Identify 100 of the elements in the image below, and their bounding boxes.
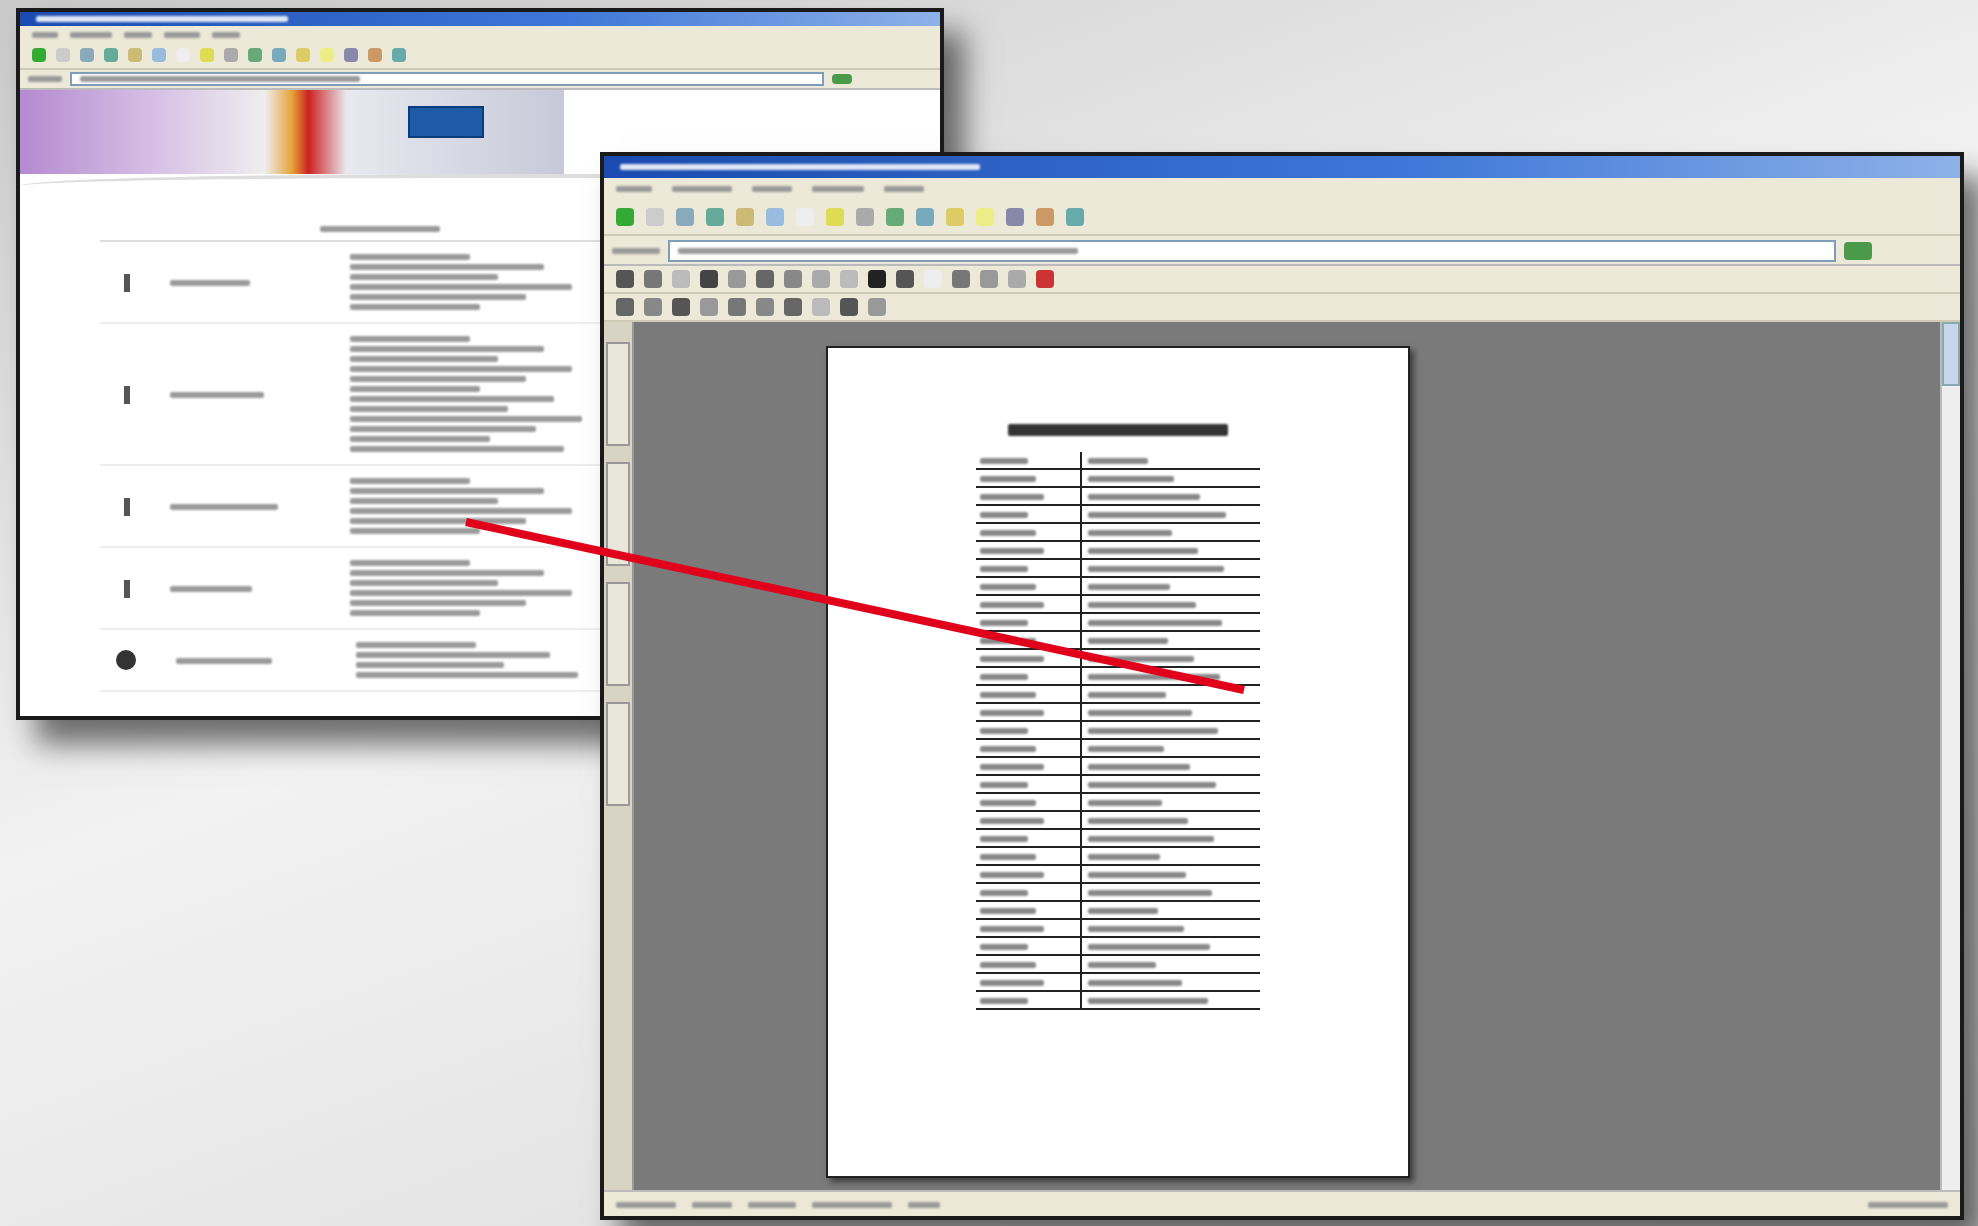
blurred-text <box>979 673 1027 679</box>
blurred-text <box>979 835 1027 841</box>
blurred-text <box>350 254 470 260</box>
blurred-text <box>979 529 1035 535</box>
blurred-text <box>612 247 660 253</box>
blurred-text <box>616 1201 676 1207</box>
blurred-text <box>1087 871 1185 877</box>
address-field[interactable] <box>69 72 824 86</box>
blurred-text <box>1087 457 1147 463</box>
blurred-text <box>1087 925 1183 931</box>
blurred-text <box>979 871 1043 877</box>
address-field[interactable] <box>668 239 1836 261</box>
blurred-text <box>356 642 476 648</box>
side-tab[interactable] <box>606 702 630 806</box>
blurred-text <box>979 655 1043 661</box>
blurred-text <box>1087 601 1195 607</box>
blurred-text <box>350 436 490 442</box>
blurred-text <box>350 386 480 392</box>
blurred-text <box>1087 637 1167 643</box>
blurred-text <box>1087 853 1159 859</box>
blurred-text <box>1087 889 1211 895</box>
blurred-text <box>1087 655 1193 661</box>
blurred-text <box>350 610 480 616</box>
blurred-text <box>1087 511 1225 517</box>
blurred-text <box>320 226 440 232</box>
row-icon <box>124 579 130 597</box>
blurred-text <box>350 528 480 534</box>
blurred-text <box>979 511 1027 517</box>
blurred-text <box>748 1201 796 1207</box>
blurred-text <box>979 925 1043 931</box>
blurred-text <box>979 619 1027 625</box>
blurred-text <box>979 709 1043 715</box>
blurred-text <box>123 31 152 37</box>
blurred-text <box>979 565 1027 571</box>
blurred-text <box>979 997 1027 1003</box>
blurred-text <box>752 185 792 191</box>
blurred-text <box>170 391 264 397</box>
blurred-text <box>979 457 1027 463</box>
blurred-text <box>812 185 864 191</box>
side-tab[interactable] <box>606 462 630 566</box>
blurred-text <box>616 185 652 191</box>
logo-badge <box>408 106 484 138</box>
row-icon <box>124 385 130 403</box>
blurred-text <box>692 1201 732 1207</box>
blurred-text <box>1087 583 1169 589</box>
side-tab[interactable] <box>606 582 630 686</box>
scrollbar[interactable] <box>1940 322 1960 1190</box>
blurred-text <box>812 1201 892 1207</box>
blurred-text <box>979 601 1043 607</box>
blurred-text <box>1087 943 1209 949</box>
blurred-text <box>979 853 1035 859</box>
row-icon <box>116 650 136 670</box>
blurred-text <box>1087 673 1219 679</box>
blurred-text <box>211 31 240 37</box>
blurred-text <box>1087 745 1163 751</box>
side-tab[interactable] <box>606 342 630 446</box>
blurred-text <box>979 943 1027 949</box>
blurred-text <box>1087 781 1215 787</box>
blurred-text <box>1087 997 1207 1003</box>
blurred-text <box>350 304 480 310</box>
blurred-text <box>1087 709 1191 715</box>
blurred-text <box>979 781 1027 787</box>
blurred-text <box>1087 547 1197 553</box>
blurred-text <box>979 979 1043 985</box>
blurred-text <box>1087 493 1199 499</box>
blurred-text <box>28 76 62 82</box>
blurred-text <box>350 478 470 484</box>
blurred-text <box>979 547 1043 553</box>
blurred-text <box>979 799 1035 805</box>
blurred-text <box>979 763 1043 769</box>
blurred-text <box>1087 619 1221 625</box>
blurred-text <box>979 691 1035 697</box>
blurred-text <box>350 336 470 342</box>
blurred-text <box>1087 727 1217 733</box>
scroll-thumb[interactable] <box>1942 322 1960 386</box>
blurred-text <box>1087 565 1223 571</box>
blurred-text <box>979 493 1043 499</box>
go-button[interactable] <box>1844 241 1872 259</box>
blurred-text <box>979 475 1035 481</box>
blurred-text <box>979 961 1035 967</box>
blurred-text <box>1087 763 1189 769</box>
go-button[interactable] <box>832 74 852 84</box>
blurred-text <box>979 907 1035 913</box>
blurred-text <box>1087 835 1213 841</box>
blurred-text <box>1087 529 1171 535</box>
blurred-text <box>1087 817 1187 823</box>
blurred-text <box>69 31 112 37</box>
blurred-text <box>1868 1201 1948 1207</box>
blurred-text <box>1087 691 1165 697</box>
blurred-text <box>979 727 1027 733</box>
blurred-text <box>1087 799 1161 805</box>
blurred-text <box>672 185 732 191</box>
blurred-text <box>1087 979 1181 985</box>
blurred-text <box>1087 961 1155 967</box>
blurred-text <box>884 185 924 191</box>
blurred-text <box>32 31 58 37</box>
blurred-text <box>176 657 272 663</box>
blurred-text <box>170 279 250 285</box>
blurred-text <box>979 583 1035 589</box>
blurred-text <box>1087 907 1157 913</box>
